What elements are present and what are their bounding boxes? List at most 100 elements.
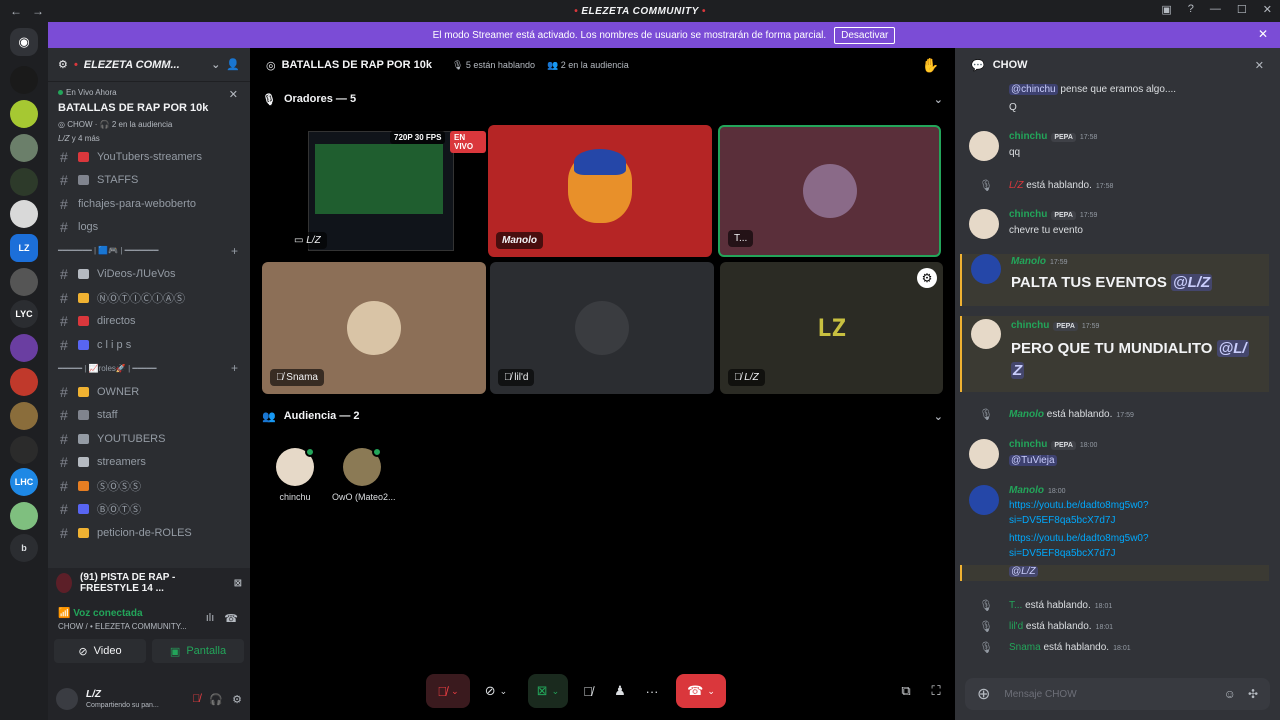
author-name[interactable]: Manolo [1009,485,1044,496]
channel-item[interactable]: # STAFFS [48,169,250,193]
mic-muted-icon[interactable]: 🎙̸ [192,693,200,706]
server-icon[interactable] [10,268,38,296]
author-name[interactable]: chinchu [1009,209,1047,220]
server-icon[interactable] [10,334,38,362]
speakers-section-header[interactable]: 🎙 Oradores — 5 ⌄ [262,88,943,110]
mic-toggle-button[interactable]: 🎙̸ ⌄ [426,674,470,708]
disconnect-icon[interactable]: ☎ [224,612,238,625]
channel-item[interactable]: # logs [48,216,250,240]
close-chat-icon[interactable]: ✕ [1255,59,1264,72]
chat-input[interactable]: ⊕ Mensaje CHOW ☺ ✣ [965,678,1270,710]
user-info[interactable]: L/Z Compartiendo su pan... [86,689,159,709]
stream-preview[interactable]: (91) PISTA DE RAP - FREESTYLE 14 ... ⊠ [48,568,250,598]
move-to-audience-button[interactable]: 🎙̸ [576,674,600,708]
settings-gear-icon[interactable]: ⚙ [917,268,937,288]
speaker-name[interactable]: lil'd [1009,621,1023,632]
mention[interactable]: @L/Z [1171,274,1213,291]
server-icon[interactable]: LHC [10,468,38,496]
emoji-icon[interactable]: ☺ [1224,687,1236,701]
server-icon[interactable]: LYC [10,300,38,328]
channel-item[interactable]: # ⓃⓄⓉⒾⒸⒾⒶⓈ [48,286,250,310]
server-icon[interactable] [10,402,38,430]
channel-item[interactable]: # ViDeos-ЛUeVos [48,263,250,287]
user-avatar[interactable] [56,688,78,710]
server-header[interactable]: ⚙ • ELEZETA COMM... ⌄ 👤 [48,48,250,82]
message-link[interactable]: si=DV5EF8qa5bcX7d7J [1009,548,1115,559]
mention[interactable]: @TuVieja [1009,455,1057,466]
help-icon[interactable]: ? [1188,3,1194,16]
camera-toggle-button[interactable]: ⊘ ⌄ [476,674,516,708]
maximize-icon[interactable]: ☐ [1237,3,1247,16]
channel-item[interactable]: # ⒷⓄⓉⓈ [48,498,250,522]
audience-section-header[interactable]: 👥 Audiencia — 2 ⌄ [262,405,943,427]
raise-hand-icon[interactable]: ✋ [922,57,939,74]
user-avatar[interactable] [969,209,999,239]
channel-item[interactable]: # c l i p s [48,333,250,357]
screen-share-button[interactable]: ▣ Pantalla [152,639,244,663]
author-name[interactable]: chinchu [1009,439,1047,450]
category-header[interactable]: ━━━━━ | 📈roles🚀 | ━━━━━ + [48,357,250,381]
server-icon[interactable] [10,436,38,464]
server-icon[interactable] [10,368,38,396]
user-settings-gear-icon[interactable]: ⚙ [232,693,242,706]
headphones-icon[interactable]: 🎧 [209,693,223,706]
disable-streamer-button[interactable]: Desactivar [834,26,896,44]
channel-item[interactable]: # ⓈⓄⓈⓈ [48,474,250,498]
audience-member[interactable]: chinchu [265,447,325,502]
speaker-tile-lild[interactable]: 🎙̸ lil'd [490,262,714,394]
channel-item[interactable]: # peticion-de-ROLES [48,521,250,545]
mention[interactable]: Z [1011,362,1025,379]
user-avatar[interactable] [971,254,1001,284]
speaker-name[interactable]: L/Z [1009,180,1023,191]
video-button[interactable]: ⊘ Video [54,639,146,663]
user-avatar[interactable] [969,485,999,515]
channel-item[interactable]: # YOUTUBERS [48,427,250,451]
author-name[interactable]: Manolo [1011,256,1046,267]
channel-item[interactable]: # fichajes-para-weboberto [48,192,250,216]
server-icon[interactable] [10,66,38,94]
server-icon[interactable]: LZ [10,234,38,262]
activities-button[interactable]: ♟ [608,674,632,708]
channel-item[interactable]: # streamers [48,451,250,475]
screen-share-toggle-button[interactable]: ⊠ ⌄ [528,674,568,708]
message-link[interactable]: https://youtu.be/dadto8mg5w0? [1009,533,1149,544]
discord-home-icon[interactable]: ◉ [10,28,38,56]
stream-tile[interactable]: 720P 30 FPS EN VIVO ▭ L/Z [262,125,486,257]
mention[interactable]: @chinchu [1009,84,1058,95]
channel-item[interactable]: # OWNER [48,380,250,404]
add-channel-icon[interactable]: + [231,244,238,258]
mention[interactable]: @L/Z [1009,566,1038,577]
speaker-tile-snama[interactable]: 🎙̸ Snama [262,262,486,394]
add-attachment-icon[interactable]: ⊕ [977,684,990,704]
speaker-name[interactable]: T... [1009,600,1022,611]
mention[interactable]: @L/ [1216,340,1249,357]
user-avatar[interactable] [971,319,1001,349]
server-icon[interactable] [10,168,38,196]
speaker-tile-lz[interactable]: LZ ⚙ 🎙̸ L/Z [720,262,943,394]
popout-button[interactable]: ⧉ [896,674,916,708]
speaker-tile-manolo[interactable]: Manolo [488,125,712,257]
category-header[interactable]: ━━━━━━━ | 🟦🎮 | ━━━━━━━ + [48,239,250,263]
message-link[interactable]: https://youtu.be/dadto8mg5w0? [1009,500,1149,511]
author-name[interactable]: chinchu [1009,131,1047,142]
close-card-icon[interactable]: ✕ [229,88,238,101]
add-channel-icon[interactable]: + [231,361,238,375]
message-link[interactable]: si=DV5EF8qa5bcX7d7J [1009,515,1115,526]
channel-item[interactable]: # YouTubers-streamers [48,145,250,169]
server-icon[interactable] [10,502,38,530]
user-avatar[interactable] [969,439,999,469]
audience-member[interactable]: OwO (Mateo2... [332,447,396,502]
live-stage-card[interactable]: En Vivo Ahora BATALLAS DE RAP POR 10k ◎ … [48,82,250,145]
author-name[interactable]: chinchu [1011,320,1049,331]
speaker-name[interactable]: Snama [1009,642,1041,653]
channel-item[interactable]: # staff [48,404,250,428]
close-window-icon[interactable]: ✕ [1263,3,1272,16]
fullscreen-button[interactable]: ⛶ [926,674,946,708]
user-avatar[interactable] [969,131,999,161]
speaker-name[interactable]: Manolo [1009,409,1044,420]
apps-icon[interactable]: ✣ [1248,687,1258,701]
more-options-button[interactable]: ··· [640,674,664,708]
minimize-icon[interactable]: — [1210,3,1221,16]
leave-stage-button[interactable]: ☎ ⌄ [676,674,726,708]
server-icon[interactable] [10,200,38,228]
